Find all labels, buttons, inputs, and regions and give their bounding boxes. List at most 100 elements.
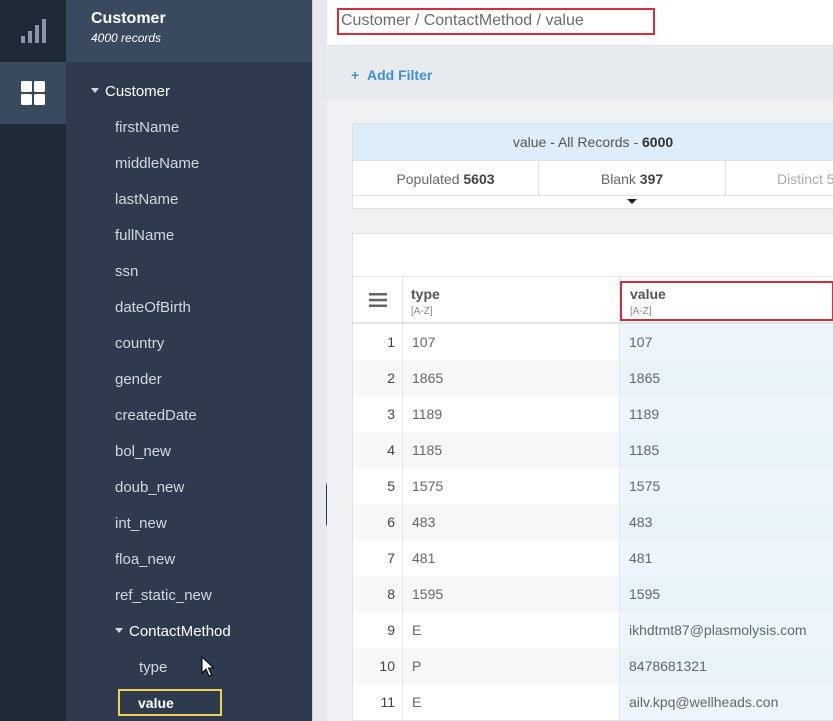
row-number: 9: [353, 612, 403, 648]
table-row[interactable]: 1 107 107: [353, 324, 833, 360]
row-number: 6: [353, 504, 403, 540]
main-panel: Customer / ContactMethod / value + Add F…: [327, 0, 833, 721]
tree-node-label: Customer: [105, 83, 171, 100]
column-title: type: [411, 286, 440, 302]
record-count: 4000 records: [91, 31, 162, 45]
tree-field-doub-new[interactable]: doub_new: [115, 479, 184, 496]
table-row[interactable]: 3 1189 1189: [353, 396, 833, 432]
tree-field-floa-new[interactable]: floa_new: [115, 551, 175, 568]
table-row[interactable]: 5 1575 1575: [353, 468, 833, 504]
table-row[interactable]: 10 P 8478681321: [353, 648, 833, 684]
tree-field-ssn[interactable]: ssn: [115, 263, 138, 280]
cell-type: 1865: [403, 360, 620, 396]
add-filter-button[interactable]: + Add Filter: [351, 67, 432, 83]
cell-value: 8478681321: [620, 648, 833, 684]
menu-icon: [368, 293, 387, 307]
cell-value: 107: [620, 324, 833, 360]
cell-type: P: [403, 648, 620, 684]
tree-field-bol-new[interactable]: bol_new: [115, 443, 171, 460]
stat-blank[interactable]: Blank 397: [539, 161, 726, 196]
bar-chart-icon: [21, 19, 46, 43]
cell-type: 1189: [403, 396, 620, 432]
cell-value: 1575: [620, 468, 833, 504]
row-number: 4: [353, 432, 403, 468]
cell-value: 1185: [620, 432, 833, 468]
row-number: 8: [353, 576, 403, 612]
cell-type: 483: [403, 504, 620, 540]
field-stats-panel: value - All Records - 6000 Populated 560…: [352, 123, 833, 209]
entity-title: Customer: [91, 10, 166, 27]
mouse-cursor-icon: [201, 656, 215, 677]
tree-field-country[interactable]: country: [115, 335, 164, 352]
cell-value: 1595: [620, 576, 833, 612]
cell-value: 1865: [620, 360, 833, 396]
entity-header: Customer 4000 records: [66, 0, 312, 62]
cell-type: 481: [403, 540, 620, 576]
filter-bar: + Add Filter: [327, 46, 833, 100]
tree-node-contactmethod[interactable]: ContactMethod: [115, 623, 231, 640]
column-title: value: [630, 286, 666, 302]
tree-field-type[interactable]: type: [139, 659, 167, 676]
table-row[interactable]: 7 481 481: [353, 540, 833, 576]
cell-type: E: [403, 612, 620, 648]
table-row[interactable]: 8 1595 1595: [353, 576, 833, 612]
cell-type: E: [403, 684, 620, 720]
icon-rail: [0, 0, 66, 721]
add-filter-label: Add Filter: [366, 67, 433, 83]
column-header-type[interactable]: type [A-Z]: [403, 277, 620, 323]
stats-all-records-label: All Records: [557, 134, 630, 150]
table-row[interactable]: 9 E ikhdtmt87@plasmolysis.com: [353, 612, 833, 648]
tree-field-middlename[interactable]: middleName: [115, 155, 199, 172]
tree-node-customer[interactable]: Customer: [91, 83, 170, 100]
tree-field-dateofbirth[interactable]: dateOfBirth: [115, 299, 191, 316]
top-bar: Customer / ContactMethod / value: [327, 0, 833, 46]
stat-populated[interactable]: Populated 5603: [353, 161, 539, 196]
tree-field-ref-static-new[interactable]: ref_static_new: [115, 587, 212, 604]
cell-value: ailv.kpq@wellheads.con: [620, 684, 833, 720]
grid-icon: [21, 81, 45, 105]
cell-type: 107: [403, 324, 620, 360]
column-header-value[interactable]: value [A-Z]: [620, 281, 833, 321]
stats-header: value - All Records - 6000: [353, 124, 833, 160]
row-number: 7: [353, 540, 403, 576]
cell-value: 483: [620, 504, 833, 540]
tree-field-lastname[interactable]: lastName: [115, 191, 178, 208]
cell-value: 481: [620, 540, 833, 576]
cell-type: 1575: [403, 468, 620, 504]
column-sort: [A-Z]: [411, 306, 433, 317]
tree-field-fullname[interactable]: fullName: [115, 227, 174, 244]
row-number: 11: [353, 684, 403, 720]
column-sort: [A-Z]: [630, 306, 652, 317]
panel-splitter[interactable]: [312, 0, 327, 721]
tree-field-gender[interactable]: gender: [115, 371, 162, 388]
plus-icon: +: [351, 67, 360, 83]
tree-field-createddate[interactable]: createdDate: [115, 407, 197, 424]
table-row[interactable]: 6 483 483: [353, 504, 833, 540]
analytics-nav-button[interactable]: [0, 0, 66, 62]
schema-sidebar: Customer 4000 records Customer firstName…: [66, 0, 312, 721]
grid-header: type [A-Z] value [A-Z]: [353, 276, 833, 324]
cell-type: 1595: [403, 576, 620, 612]
tree-field-firstname[interactable]: firstName: [115, 119, 179, 136]
column-menu-button[interactable]: [353, 277, 403, 323]
tree-field-value-selected[interactable]: value: [118, 689, 222, 716]
stats-field-name: value: [512, 134, 547, 150]
stats-total: 6000: [642, 134, 674, 150]
row-number: 10: [353, 648, 403, 684]
expand-stats-icon[interactable]: [627, 199, 637, 204]
chevron-down-icon: [91, 88, 99, 93]
table-row[interactable]: 2 1865 1865: [353, 360, 833, 396]
tree-field-int-new[interactable]: int_new: [115, 515, 167, 532]
table-row[interactable]: 11 E ailv.kpq@wellheads.con: [353, 684, 833, 720]
data-grid-nav-button[interactable]: [0, 62, 66, 124]
table-row[interactable]: 4 1185 1185: [353, 432, 833, 468]
cell-value: ikhdtmt87@plasmolysis.com: [620, 612, 833, 648]
cell-value: 1189: [620, 396, 833, 432]
row-number: 3: [353, 396, 403, 432]
row-number: 1: [353, 324, 403, 360]
cell-type: 1185: [403, 432, 620, 468]
data-grid: type [A-Z] value [A-Z] 1 107 107 2 1865 …: [352, 233, 833, 721]
stat-distinct[interactable]: Distinct 5: [726, 161, 833, 196]
row-number: 2: [353, 360, 403, 396]
breadcrumb: Customer / ContactMethod / value: [337, 8, 655, 35]
